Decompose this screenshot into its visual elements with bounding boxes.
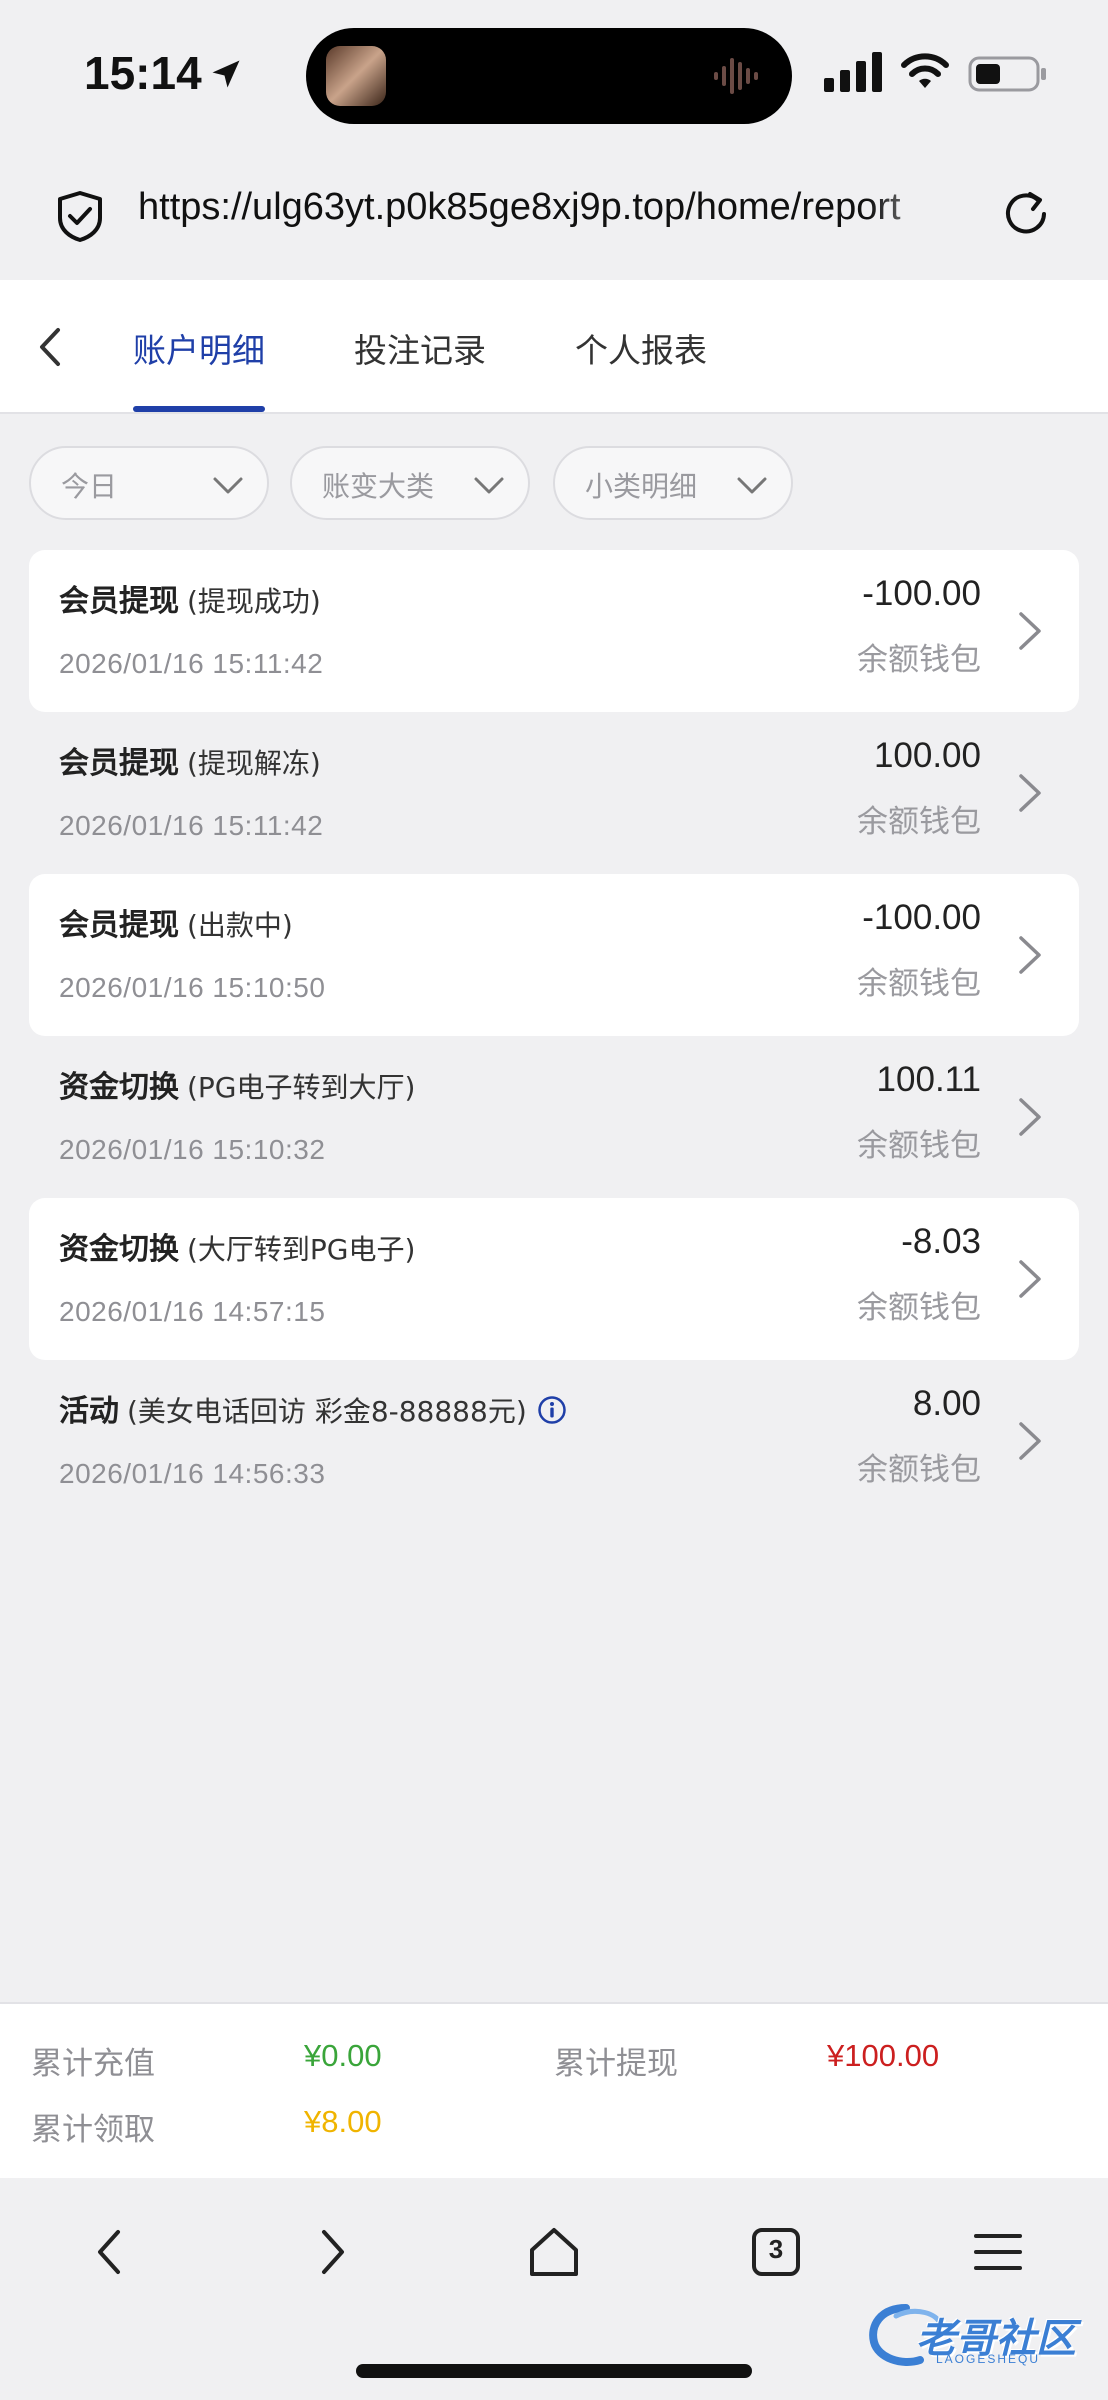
transaction-subtype: (PG电子转到大厅) xyxy=(187,1071,416,1104)
status-time: 15:14 xyxy=(84,47,202,99)
transaction-subtype: (提现解冻) xyxy=(187,747,321,780)
secure-shield-icon xyxy=(58,191,102,242)
transaction-row[interactable]: 会员提现 (出款中) 2026/01/16 15:10:50 -100.00 余额… xyxy=(29,874,1079,1036)
transaction-type: 资金切换 xyxy=(59,1070,179,1105)
total-withdraw-label: 累计提现 xyxy=(554,2046,678,2082)
total-deposit-label: 累计充值 xyxy=(31,2046,155,2082)
transaction-date: 2026/01/16 14:56:33 xyxy=(59,1458,326,1489)
transaction-wallet: 余额钱包 xyxy=(857,1452,981,1488)
transaction-date: 2026/01/16 15:11:42 xyxy=(59,648,324,679)
reload-icon[interactable] xyxy=(1000,188,1052,240)
chevron-right-icon xyxy=(1019,1260,1041,1298)
transaction-type: 资金切换 xyxy=(59,1232,179,1267)
location-arrow-icon xyxy=(212,60,240,88)
wifi-icon xyxy=(901,53,949,88)
transaction-title: 会员提现 (出款中) xyxy=(59,900,293,944)
transaction-row[interactable]: 活动 (美女电话回访 彩金8-88888元) 2026/01/16 14:56:3… xyxy=(29,1360,1079,1522)
home-indicator[interactable] xyxy=(356,2364,752,2378)
transaction-subtype: (美女电话回访 彩金8-88888元) xyxy=(127,1395,527,1428)
filter-category[interactable]: 账变大类 xyxy=(290,446,530,520)
filter-date-label: 今日 xyxy=(61,470,118,503)
transaction-wallet: 余额钱包 xyxy=(857,804,981,840)
audio-wave-icon xyxy=(714,58,758,94)
totals-summary: 累计充值 ¥0.00 累计提现 ¥100.00 累计领取 ¥8.00 xyxy=(0,2002,1108,2178)
transaction-wallet: 余额钱包 xyxy=(857,966,981,1002)
transaction-subtype: (大厅转到PG电子) xyxy=(187,1233,416,1266)
tab-personal-report[interactable]: 个人报表 xyxy=(575,324,707,372)
watermark-logo: 老哥社区 LAOGESHEQU xyxy=(866,2302,1096,2370)
transaction-row[interactable]: 会员提现 (提现成功) 2026/01/16 15:11:42 -100.00 余… xyxy=(29,550,1079,712)
transaction-date: 2026/01/16 14:57:15 xyxy=(59,1296,326,1327)
dynamic-island xyxy=(306,28,792,124)
transaction-date: 2026/01/16 15:10:50 xyxy=(59,972,326,1003)
chevron-right-icon xyxy=(1019,1098,1041,1136)
transaction-amount: 100.00 xyxy=(873,736,981,775)
filter-subcategory[interactable]: 小类明细 xyxy=(553,446,793,520)
transaction-type: 会员提现 xyxy=(59,584,179,619)
now-playing-avatar xyxy=(326,46,386,106)
report-tab-header: 账户明细 投注记录 个人报表 xyxy=(0,280,1108,414)
chevron-right-icon xyxy=(1019,1422,1041,1460)
browser-tabs-button[interactable]: 3 xyxy=(748,2224,804,2280)
transaction-title: 活动 (美女电话回访 彩金8-88888元) xyxy=(59,1386,567,1430)
transaction-type: 会员提现 xyxy=(59,908,179,943)
transaction-title: 资金切换 (大厅转到PG电子) xyxy=(59,1224,415,1268)
transaction-wallet: 余额钱包 xyxy=(857,642,981,678)
total-deposit-value: ¥0.00 xyxy=(304,2038,382,2073)
url-text[interactable]: https://ulg63yt.p0k85ge8xj9p.top/home/re… xyxy=(138,186,968,229)
transaction-title: 资金切换 (PG电子转到大厅) xyxy=(59,1062,415,1106)
cellular-signal-icon xyxy=(824,52,882,92)
transaction-row[interactable]: 资金切换 (PG电子转到大厅) 2026/01/16 15:10:32 100.1… xyxy=(29,1036,1079,1198)
watermark-subtext: LAOGESHEQU xyxy=(936,2352,1041,2366)
transaction-amount: -100.00 xyxy=(862,898,981,937)
info-icon[interactable] xyxy=(537,1395,567,1425)
transaction-wallet: 余额钱包 xyxy=(857,1290,981,1326)
status-bar: 15:14 xyxy=(0,0,1108,150)
transaction-row[interactable]: 资金切换 (大厅转到PG电子) 2026/01/16 14:57:15 -8.03… xyxy=(29,1198,1079,1360)
transaction-date: 2026/01/16 15:11:42 xyxy=(59,810,324,841)
transaction-amount: 8.00 xyxy=(912,1384,981,1423)
transaction-date: 2026/01/16 15:10:32 xyxy=(59,1134,326,1165)
back-chevron-icon[interactable] xyxy=(26,320,74,374)
transaction-wallet: 余额钱包 xyxy=(857,1128,981,1164)
transaction-amount: 100.11 xyxy=(876,1060,981,1099)
active-tab-indicator xyxy=(133,406,265,412)
browser-forward-icon[interactable] xyxy=(304,2224,360,2280)
chevron-down-icon xyxy=(474,477,504,494)
address-bar[interactable]: https://ulg63yt.p0k85ge8xj9p.top/home/re… xyxy=(0,150,1108,280)
chevron-down-icon xyxy=(737,477,767,494)
transaction-subtype: (出款中) xyxy=(187,909,293,942)
transaction-type: 活动 xyxy=(59,1394,119,1429)
browser-back-icon[interactable] xyxy=(82,2224,138,2280)
total-claim-value: ¥8.00 xyxy=(304,2104,382,2139)
transaction-subtype: (提现成功) xyxy=(187,585,321,618)
chevron-right-icon xyxy=(1019,612,1041,650)
transaction-title: 会员提现 (提现成功) xyxy=(59,576,321,620)
tab-bet-records[interactable]: 投注记录 xyxy=(354,324,486,372)
filter-date[interactable]: 今日 xyxy=(29,446,269,520)
chevron-right-icon xyxy=(1019,936,1041,974)
transaction-title: 会员提现 (提现解冻) xyxy=(59,738,321,782)
browser-home-icon[interactable] xyxy=(526,2224,582,2280)
total-withdraw-value: ¥100.00 xyxy=(827,2038,940,2073)
tabs-count: 3 xyxy=(768,2234,784,2264)
transaction-row[interactable]: 会员提现 (提现解冻) 2026/01/16 15:11:42 100.00 余额… xyxy=(29,712,1079,874)
transaction-amount: -8.03 xyxy=(901,1222,981,1261)
chevron-down-icon xyxy=(213,477,243,494)
tab-account-details[interactable]: 账户明细 xyxy=(133,324,265,372)
browser-menu-icon[interactable] xyxy=(970,2224,1026,2280)
filter-subcategory-label: 小类明细 xyxy=(585,470,698,503)
chevron-right-icon xyxy=(1019,774,1041,812)
total-claim-label: 累计领取 xyxy=(31,2112,155,2148)
battery-icon xyxy=(968,56,1046,92)
filter-category-label: 账变大类 xyxy=(322,470,435,503)
transaction-amount: -100.00 xyxy=(862,574,981,613)
transaction-type: 会员提现 xyxy=(59,746,179,781)
